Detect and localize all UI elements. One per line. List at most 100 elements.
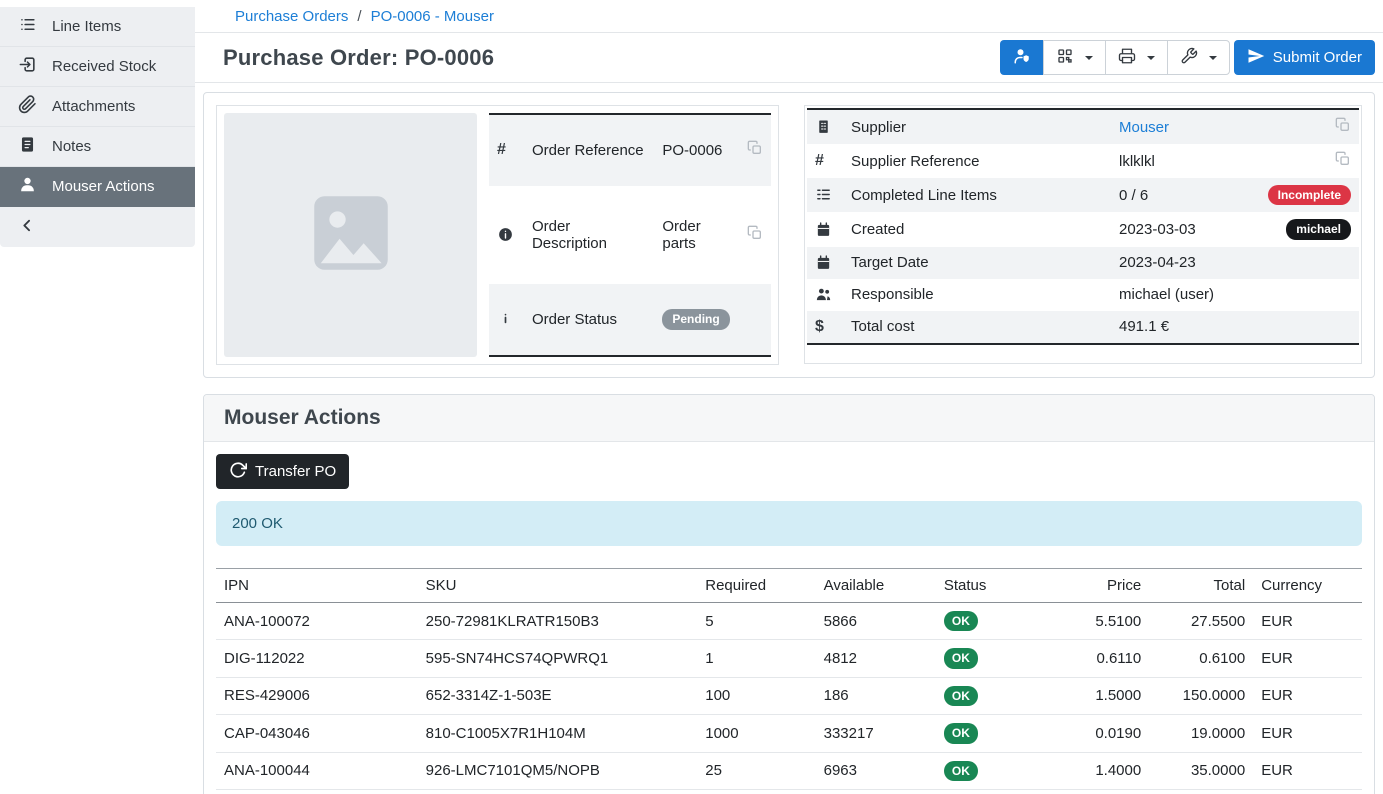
cell-sku: 810-C1005X7R1H104M <box>418 715 698 752</box>
table-row: SWT-200005 611-110.107.011/0205 47 47 OK… <box>216 789 1362 794</box>
copy-icon[interactable] <box>747 140 763 156</box>
submit-order-button[interactable]: Submit Order <box>1234 40 1375 75</box>
detail-value: 0 / 6 <box>1111 178 1260 212</box>
admin-actions-button[interactable] <box>1000 40 1044 75</box>
sidebar-item-label: Attachments <box>52 98 135 115</box>
column-header-status: Status <box>936 569 1039 603</box>
table-row: ANA-100044 926-LMC7101QM5/NOPB 25 6963 O… <box>216 752 1362 789</box>
hash-icon: # <box>497 141 506 158</box>
detail-label: Total cost <box>843 311 1111 344</box>
detail-row-completed-line-items: Completed Line Items 0 / 6 Incomplete <box>807 178 1359 212</box>
user-shield-icon <box>1013 47 1031 69</box>
cell-sku: 611-110.107.011/0205 <box>418 789 698 794</box>
sidebar-item-notes[interactable]: Notes <box>0 127 195 167</box>
cell-ipn: CAP-043046 <box>216 715 418 752</box>
cell-total: 27.5500 <box>1149 603 1253 640</box>
cell-ipn: ANA-100072 <box>216 603 418 640</box>
chevron-down-icon <box>1085 56 1093 60</box>
page-content: # Order Reference PO-0006 Order Descript… <box>195 83 1383 794</box>
cell-currency: EUR <box>1253 603 1362 640</box>
barcode-actions-button[interactable] <box>1043 40 1106 75</box>
cell-ipn: SWT-200005 <box>216 789 418 794</box>
detail-row-supplier-reference: # Supplier Reference lklklkl <box>807 144 1359 178</box>
calendar-icon <box>815 222 832 239</box>
table-row: ANA-100072 250-72981KLRATR150B3 5 5866 O… <box>216 603 1362 640</box>
sidebar-item-line-items[interactable]: Line Items <box>0 7 195 47</box>
sidebar-item-attachments[interactable]: Attachments <box>0 87 195 127</box>
detail-label: Order Description <box>524 186 654 284</box>
sidebar-item-label: Received Stock <box>52 58 156 75</box>
sidebar: Line Items Received Stock Attachments No… <box>0 0 195 794</box>
copy-icon[interactable] <box>747 225 763 241</box>
detail-label: Target Date <box>843 247 1111 279</box>
header-actions: Submit Order <box>1000 40 1375 75</box>
print-actions-button[interactable] <box>1105 40 1168 75</box>
column-header-price: Price <box>1039 569 1149 603</box>
main-area: Purchase Orders / PO-0006 - Mouser Purch… <box>195 0 1383 794</box>
copy-icon[interactable] <box>1335 151 1351 167</box>
copy-icon[interactable] <box>1335 117 1351 133</box>
status-badge: OK <box>944 611 978 631</box>
detail-label: Supplier <box>843 109 1111 144</box>
page-header: Purchase Order: PO-0006 <box>195 33 1383 83</box>
status-badge: OK <box>944 723 978 743</box>
column-header-currency: Currency <box>1253 569 1362 603</box>
line-items-table: IPN SKU Required Available Status Price … <box>216 568 1362 794</box>
cell-required: 100 <box>697 677 815 714</box>
app-window: Line Items Received Stock Attachments No… <box>0 0 1383 794</box>
detail-label: Order Reference <box>524 114 654 186</box>
cell-available: 333217 <box>816 715 936 752</box>
supplier-link[interactable]: Mouser <box>1119 119 1169 136</box>
cell-ipn: DIG-112022 <box>216 640 418 677</box>
detail-row-target-date: Target Date 2023-04-23 <box>807 247 1359 279</box>
cell-price: 0.6110 <box>1039 640 1149 677</box>
table-header-row: IPN SKU Required Available Status Price … <box>216 569 1362 603</box>
detail-value: PO-0006 <box>654 114 737 186</box>
detail-label: Order Status <box>524 284 654 356</box>
detail-label: Supplier Reference <box>843 144 1111 178</box>
cell-available: 6963 <box>816 752 936 789</box>
order-image-placeholder[interactable] <box>224 113 477 357</box>
cell-required: 1000 <box>697 715 815 752</box>
breadcrumb: Purchase Orders / PO-0006 - Mouser <box>195 0 1383 33</box>
cell-total: 35.0000 <box>1149 752 1253 789</box>
sidebar-item-mouser-actions[interactable]: Mouser Actions <box>0 167 195 207</box>
chevron-left-icon <box>18 216 37 239</box>
sidebar-collapse-button[interactable] <box>0 207 195 247</box>
order-actions-button[interactable] <box>1167 40 1230 75</box>
cell-currency: EUR <box>1253 677 1362 714</box>
cell-sku: 926-LMC7101QM5/NOPB <box>418 752 698 789</box>
status-badge: OK <box>944 686 978 706</box>
breadcrumb-link-po-0006[interactable]: PO-0006 - Mouser <box>371 8 494 25</box>
incomplete-badge: Incomplete <box>1268 185 1351 205</box>
transfer-po-button[interactable]: Transfer PO <box>216 454 349 489</box>
submit-order-label: Submit Order <box>1273 49 1362 66</box>
cell-price: 1.5000 <box>1039 677 1149 714</box>
supplier-details-table: Supplier Mouser # Supplier Reference lkl… <box>807 108 1359 345</box>
cell-required: 5 <box>697 603 815 640</box>
cell-price: 0.0190 <box>1039 715 1149 752</box>
list-icon <box>18 15 37 38</box>
breadcrumb-link-purchase-orders[interactable]: Purchase Orders <box>235 8 348 25</box>
cell-sku: 652-3314Z-1-503E <box>418 677 698 714</box>
cell-total: 268.8400 <box>1149 789 1253 794</box>
calendar-icon <box>815 255 832 272</box>
detail-value: michael (user) <box>1111 279 1260 311</box>
info-circle-icon <box>497 227 514 244</box>
users-icon <box>815 287 832 304</box>
sidebar-item-received-stock[interactable]: Received Stock <box>0 47 195 87</box>
cell-ipn: RES-429006 <box>216 677 418 714</box>
detail-value: 2023-03-03 <box>1111 212 1260 246</box>
cell-currency: EUR <box>1253 752 1362 789</box>
tools-icon <box>1180 47 1198 69</box>
transfer-in-icon <box>18 55 37 78</box>
cell-total: 19.0000 <box>1149 715 1253 752</box>
cell-sku: 250-72981KLRATR150B3 <box>418 603 698 640</box>
detail-row-order-description: Order Description Order parts <box>489 186 771 284</box>
panel-title: Mouser Actions <box>224 406 1354 430</box>
order-details-panel: # Order Reference PO-0006 Order Descript… <box>203 92 1375 378</box>
status-badge: Pending <box>662 309 729 329</box>
currency-dollar-icon: $ <box>815 318 824 335</box>
cell-currency: EUR <box>1253 640 1362 677</box>
cell-available: 186 <box>816 677 936 714</box>
